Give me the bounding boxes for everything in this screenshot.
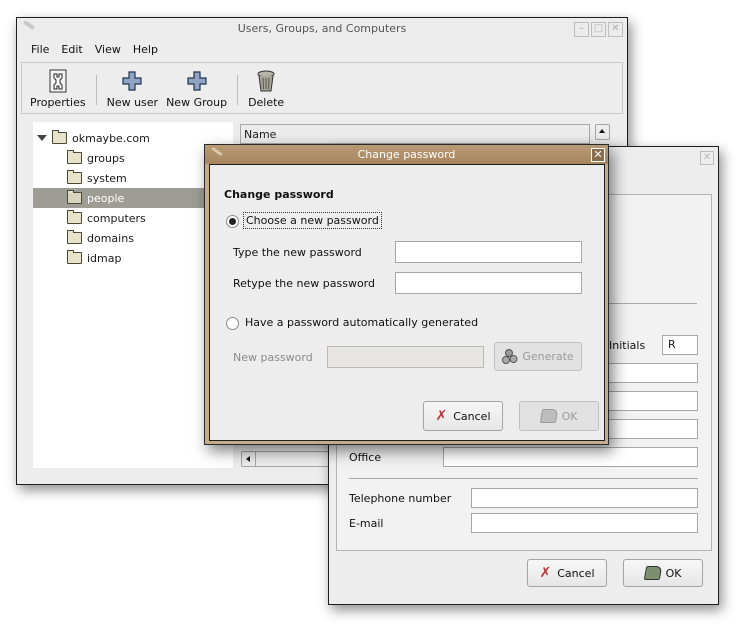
choose-password-label[interactable]: Choose a new password <box>243 212 382 229</box>
menu-view-label: View <box>94 43 121 56</box>
new-user-button[interactable]: New user <box>103 69 162 113</box>
new-password-input[interactable] <box>327 346 484 368</box>
toolbar: Properties New user New Group Delete <box>21 62 623 114</box>
tree-item-label: computers <box>87 211 146 225</box>
maximize-button[interactable]: □ <box>591 22 606 37</box>
tree-item-root[interactable]: okmaybe.com <box>33 128 233 148</box>
email-label: E-mail <box>349 517 384 530</box>
menubar: File Edit View Help <box>17 40 627 62</box>
menu-edit[interactable]: Edit <box>55 40 88 62</box>
toolbar-separator <box>95 75 97 105</box>
expander-icon[interactable] <box>37 135 47 141</box>
folder-icon <box>67 230 82 244</box>
minimize-button[interactable]: – <box>574 22 589 37</box>
close-button[interactable]: ✕ <box>700 151 714 165</box>
initials-input[interactable]: R <box>662 335 698 355</box>
new-group-label: New Group <box>166 96 228 109</box>
new-password-label: New password <box>233 351 313 364</box>
properties-button[interactable]: Properties <box>26 69 90 113</box>
tree-item-label: groups <box>87 151 125 165</box>
ok-button[interactable]: OK <box>623 559 703 587</box>
new-group-button[interactable]: New Group <box>162 69 231 113</box>
ok-icon <box>643 566 662 580</box>
folder-icon <box>67 250 82 264</box>
menu-help[interactable]: Help <box>127 40 164 62</box>
scroll-up-button[interactable] <box>595 124 610 140</box>
type-password-input[interactable] <box>395 241 582 263</box>
tree-item-label: idmap <box>87 251 122 265</box>
folder-open-icon <box>67 190 82 204</box>
main-window-title: Users, Groups, and Computers <box>237 22 407 35</box>
dialog-titlebar[interactable]: Change password ✕ <box>205 145 608 164</box>
separator <box>349 478 698 479</box>
choose-password-radio[interactable] <box>226 215 239 228</box>
folder-icon <box>67 170 82 184</box>
generate-password-label[interactable]: Have a password automatically generated <box>245 316 478 329</box>
generate-password-radio[interactable] <box>226 317 239 330</box>
tree-item-idmap[interactable]: idmap <box>33 248 233 268</box>
main-titlebar[interactable]: Users, Groups, and Computers – □ ✕ <box>17 18 627 40</box>
tree-item-computers[interactable]: computers <box>33 208 233 228</box>
close-button[interactable]: ✕ <box>608 22 623 37</box>
ok-icon <box>539 409 558 423</box>
ok-label: OK <box>665 566 682 580</box>
properties-icon <box>46 69 70 93</box>
email-input[interactable] <box>471 513 698 533</box>
domain-tree: okmaybe.com groups system people compute… <box>33 122 233 468</box>
menu-help-label: Help <box>132 43 158 56</box>
toolbar-separator <box>237 75 239 105</box>
plus-icon <box>185 69 209 93</box>
retype-password-input[interactable] <box>395 272 582 294</box>
cancel-label: Cancel <box>453 409 491 423</box>
dialog-body: Change password Choose a new password Ty… <box>209 164 605 441</box>
plus-icon <box>120 69 144 93</box>
telephone-label: Telephone number <box>349 492 452 505</box>
menu-edit-label: Edit <box>61 43 83 56</box>
ok-label: OK <box>561 409 578 423</box>
ok-button[interactable]: OK <box>519 401 599 431</box>
initials-label: Initials <box>609 339 646 352</box>
delete-button[interactable]: Delete <box>244 69 288 113</box>
scroll-left-button[interactable] <box>242 452 256 466</box>
menu-file[interactable]: File <box>25 40 55 62</box>
office-input[interactable] <box>443 447 698 467</box>
folder-icon <box>52 130 67 144</box>
retype-password-label: Retype the new password <box>233 277 375 290</box>
new-user-label: New user <box>106 96 159 109</box>
delete-label: Delete <box>248 96 285 109</box>
close-button[interactable]: ✕ <box>591 148 605 162</box>
menu-file-label: File <box>31 43 50 56</box>
generate-button[interactable]: Generate <box>494 342 582 371</box>
folder-icon <box>67 150 82 164</box>
tree-item-label: people <box>87 191 125 205</box>
trash-icon <box>254 69 278 93</box>
cancel-icon: ✗ <box>435 408 448 424</box>
tree-item-people[interactable]: people <box>33 188 233 208</box>
generate-label: Generate <box>522 350 574 363</box>
tree-item-system[interactable]: system <box>33 168 233 188</box>
tree-item-groups[interactable]: groups <box>33 148 233 168</box>
cancel-icon: ✗ <box>539 565 552 581</box>
change-password-dialog: Change password ✕ Change password Choose… <box>204 144 609 445</box>
type-password-label: Type the new password <box>233 246 362 259</box>
tree-item-domains[interactable]: domains <box>33 228 233 248</box>
generate-icon <box>502 348 518 365</box>
folder-icon <box>67 210 82 224</box>
cancel-button[interactable]: ✗ Cancel <box>527 559 607 587</box>
tree-item-label: system <box>87 171 127 185</box>
telephone-input[interactable] <box>471 488 698 508</box>
office-label: Office <box>349 451 382 464</box>
tree-item-label: okmaybe.com <box>72 131 150 145</box>
cancel-label: Cancel <box>557 566 595 580</box>
column-header-name[interactable]: Name <box>240 124 590 144</box>
cancel-button[interactable]: ✗ Cancel <box>423 401 503 431</box>
menu-view[interactable]: View <box>89 40 127 62</box>
properties-label: Properties <box>30 96 86 109</box>
dialog-heading: Change password <box>224 188 334 201</box>
dialog-title: Change password <box>357 148 456 161</box>
tree-item-label: domains <box>87 231 134 245</box>
